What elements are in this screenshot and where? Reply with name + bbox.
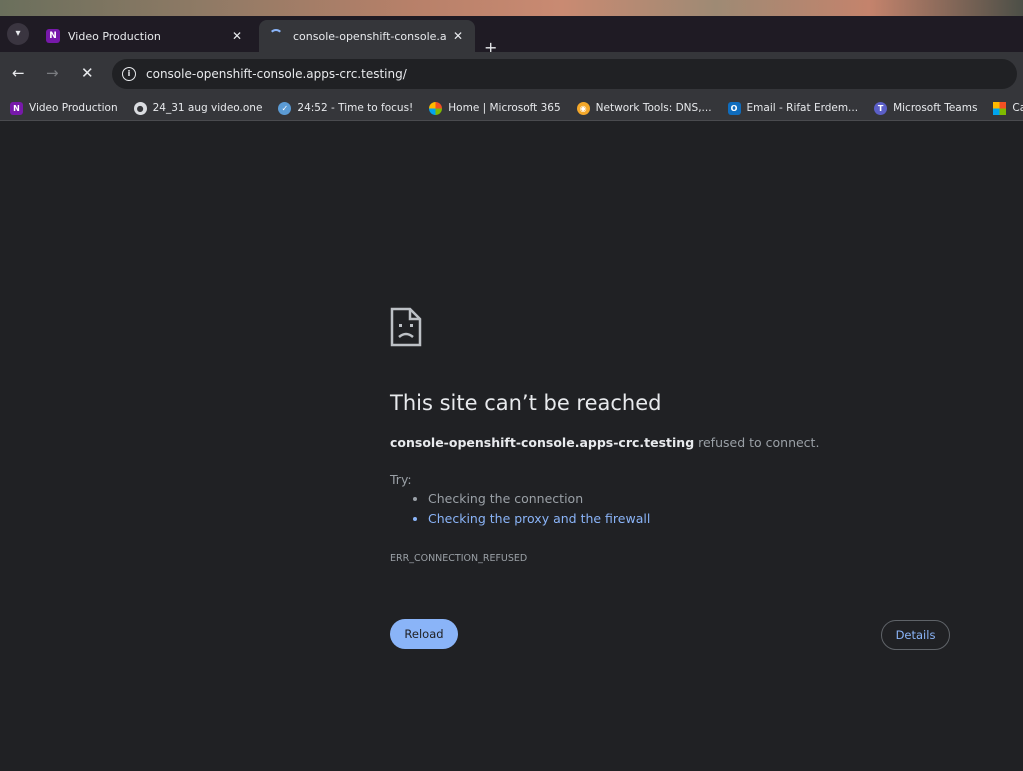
- bookmark-label: Email - Rifat Erdem...: [746, 102, 859, 114]
- back-button[interactable]: ←: [12, 64, 25, 82]
- forward-button[interactable]: →: [46, 64, 59, 82]
- bookmark-label: Network Tools: DNS,...: [595, 102, 712, 114]
- close-icon: ✕: [81, 64, 94, 82]
- bookmark-time-to-focus[interactable]: ✓ 24:52 - Time to focus!: [278, 101, 414, 115]
- bookmark-microsoft-365[interactable]: Home | Microsoft 365: [429, 101, 561, 115]
- bookmark-label: Microsoft Teams: [893, 102, 978, 114]
- tab-title: console-openshift-console.app: [293, 29, 447, 43]
- error-code: ERR_CONNECTION_REFUSED: [390, 553, 528, 564]
- details-button[interactable]: Details: [881, 620, 950, 650]
- bookmark-label: 24_31 aug video.one: [152, 102, 263, 114]
- bookmark-teams[interactable]: T Microsoft Teams: [874, 101, 978, 115]
- suggestion-list: Checking the connection Checking the pro…: [390, 491, 650, 531]
- suggestion-check-connection: Checking the connection: [428, 491, 650, 506]
- address-bar[interactable]: i console-openshift-console.apps-crc.tes…: [112, 59, 1017, 89]
- microsoft-365-icon: [429, 101, 443, 115]
- loading-spinner-icon: [269, 29, 283, 43]
- bookmark-label: Calendar -: [1012, 102, 1023, 114]
- bookmark-network-tools[interactable]: ◉ Network Tools: DNS,...: [576, 101, 712, 115]
- chevron-down-icon: ▾: [15, 28, 21, 39]
- arrow-right-icon: →: [46, 64, 59, 82]
- bookmark-label: 24:52 - Time to focus!: [297, 102, 414, 114]
- tab-strip: ▾ N Video Production ✕ console-openshift…: [0, 16, 1023, 57]
- reload-button[interactable]: Reload: [390, 619, 458, 649]
- error-title: This site can’t be reached: [390, 391, 662, 415]
- tab-video-production[interactable]: N Video Production ✕: [38, 20, 254, 52]
- site-info-icon[interactable]: i: [122, 67, 136, 81]
- calendar-icon: [993, 101, 1007, 115]
- tab-console-openshift[interactable]: console-openshift-console.app ✕: [259, 20, 475, 52]
- arrow-left-icon: ←: [12, 64, 25, 82]
- bookmark-calendar[interactable]: Calendar -: [993, 101, 1023, 115]
- bookmark-label: Video Production: [29, 102, 118, 114]
- bookmarks-bar: N Video Production ● 24_31 aug video.one…: [0, 96, 1023, 121]
- globe-icon: ●: [133, 101, 147, 115]
- stop-loading-button[interactable]: ✕: [81, 64, 94, 82]
- suggestion-check-proxy-link[interactable]: Checking the proxy and the firewall: [428, 511, 650, 526]
- teams-icon: T: [874, 101, 888, 115]
- try-label: Try:: [390, 472, 412, 487]
- outlook-icon: O: [727, 101, 741, 115]
- url-text[interactable]: console-openshift-console.apps-crc.testi…: [146, 67, 407, 81]
- network-tools-icon: ◉: [576, 101, 590, 115]
- check-circle-icon: ✓: [278, 101, 292, 115]
- tab-search-button[interactable]: ▾: [7, 23, 29, 45]
- bookmark-label: Home | Microsoft 365: [448, 102, 561, 114]
- bookmark-email[interactable]: O Email - Rifat Erdem...: [727, 101, 859, 115]
- bookmark-aug-video[interactable]: ● 24_31 aug video.one: [133, 101, 263, 115]
- sad-document-icon: [390, 307, 422, 347]
- close-icon[interactable]: ✕: [226, 29, 248, 43]
- error-host: console-openshift-console.apps-crc.testi…: [390, 435, 695, 450]
- close-icon[interactable]: ✕: [447, 29, 469, 43]
- tab-title: Video Production: [68, 29, 161, 43]
- error-description: console-openshift-console.apps-crc.testi…: [390, 435, 819, 450]
- bookmark-video-production[interactable]: N Video Production: [10, 101, 118, 115]
- onenote-icon: N: [46, 29, 60, 43]
- browser-toolbar: ← → ✕ i console-openshift-console.apps-c…: [0, 52, 1023, 96]
- error-message: refused to connect.: [694, 435, 820, 450]
- onenote-icon: N: [10, 101, 23, 115]
- error-page: This site can’t be reached console-opens…: [0, 121, 1023, 771]
- desktop-wallpaper-strip: [0, 0, 1023, 16]
